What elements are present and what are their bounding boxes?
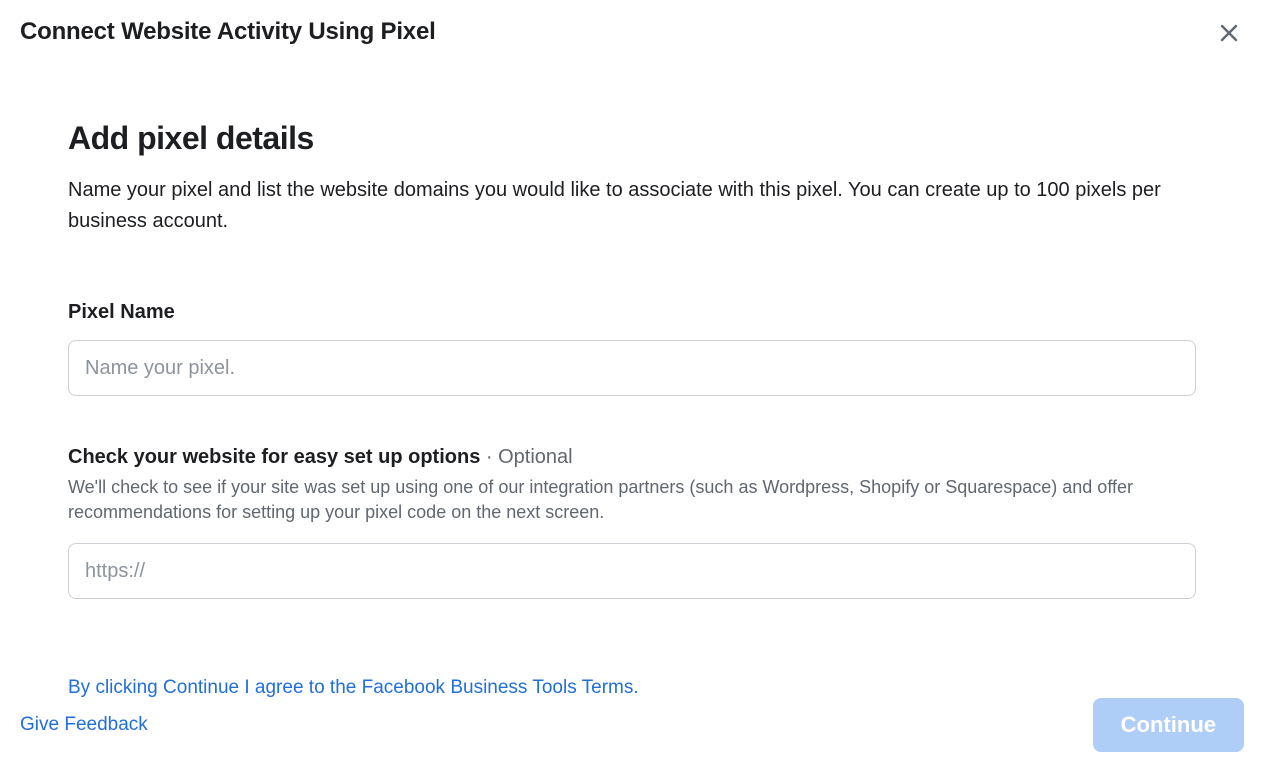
pixel-name-label: Pixel Name	[68, 301, 1196, 324]
pixel-name-field-block: Pixel Name	[68, 301, 1196, 396]
website-url-input[interactable]	[68, 543, 1196, 599]
continue-button[interactable]: Continue	[1093, 698, 1244, 752]
website-check-help-text: We'll check to see if your site was set …	[68, 475, 1196, 525]
close-button[interactable]	[1214, 18, 1244, 48]
page-heading: Add pixel details	[68, 120, 1196, 157]
optional-tag: · Optional	[480, 446, 572, 468]
dialog-content: Add pixel details Name your pixel and li…	[20, 48, 1244, 699]
dialog-header: Connect Website Activity Using Pixel	[20, 18, 1244, 48]
website-check-label: Check your website for easy set up optio…	[68, 446, 1196, 469]
page-description: Name your pixel and list the website dom…	[68, 175, 1196, 237]
dialog-title: Connect Website Activity Using Pixel	[20, 18, 436, 46]
dialog-footer: Give Feedback Continue	[0, 698, 1264, 752]
give-feedback-link[interactable]: Give Feedback	[20, 714, 148, 736]
close-icon	[1218, 22, 1240, 44]
pixel-setup-dialog: Connect Website Activity Using Pixel Add…	[0, 0, 1264, 766]
pixel-name-input[interactable]	[68, 340, 1196, 396]
website-field-block: Check your website for easy set up optio…	[68, 446, 1196, 599]
website-check-label-text: Check your website for easy set up optio…	[68, 446, 480, 468]
terms-link[interactable]: By clicking Continue I agree to the Face…	[68, 677, 639, 699]
